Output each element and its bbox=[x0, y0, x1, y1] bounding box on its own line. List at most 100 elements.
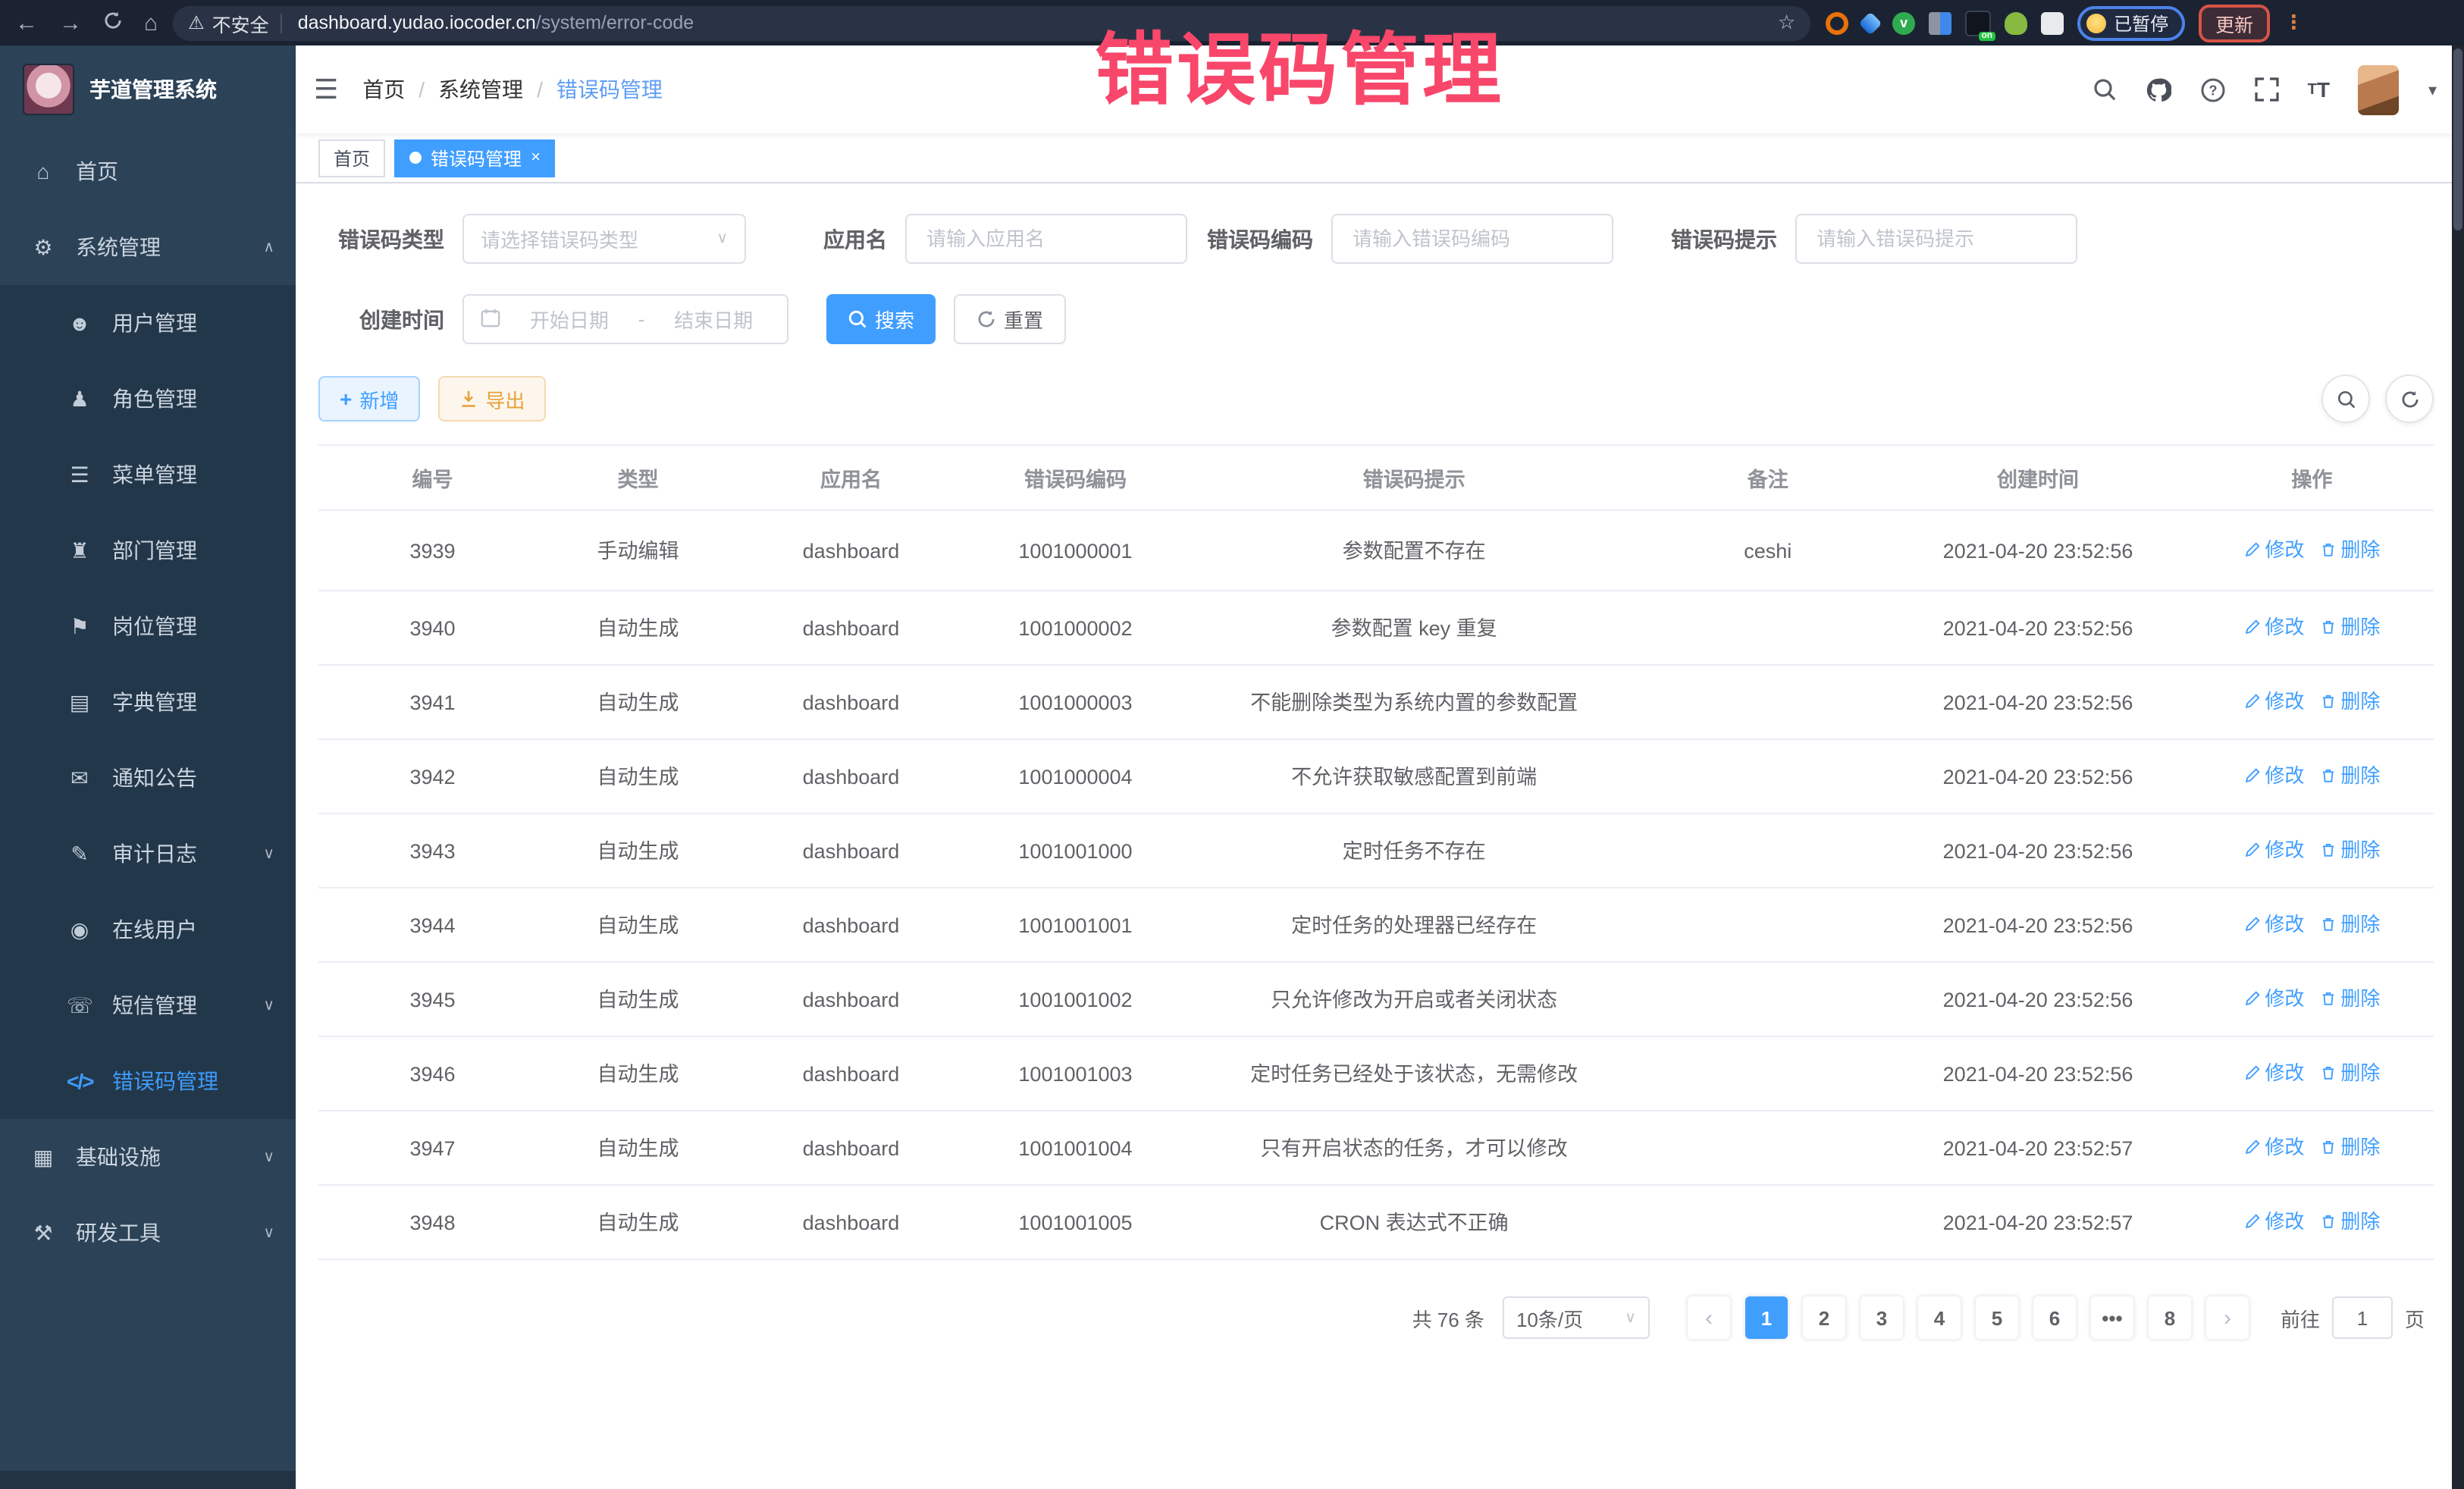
edit-link[interactable]: 修改 bbox=[2243, 537, 2304, 563]
prev-page-button[interactable]: ‹ bbox=[1688, 1296, 1730, 1339]
export-button[interactable]: 导出 bbox=[438, 376, 546, 422]
extension-icon[interactable]: v bbox=[1892, 11, 1915, 34]
delete-link[interactable]: 删除 bbox=[2319, 537, 2380, 563]
edit-link[interactable]: 修改 bbox=[2243, 837, 2304, 863]
extension-icon[interactable] bbox=[1859, 11, 1882, 34]
page-scrollbar[interactable] bbox=[2452, 45, 2464, 1489]
sidebar-item-posts[interactable]: ⚑ 岗位管理 bbox=[0, 588, 296, 664]
extension-icon[interactable] bbox=[1826, 11, 1848, 34]
hamburger-icon[interactable]: ☰ bbox=[314, 74, 338, 105]
refresh-button[interactable] bbox=[2385, 375, 2434, 423]
page-button[interactable]: 1 bbox=[1745, 1296, 1788, 1339]
error-code-input[interactable] bbox=[1331, 214, 1613, 264]
profile-paused-badge[interactable]: 已暂停 bbox=[2077, 5, 2185, 40]
next-page-button[interactable]: › bbox=[2206, 1296, 2249, 1339]
delete-link[interactable]: 删除 bbox=[2319, 837, 2380, 863]
search-button[interactable]: 搜索 bbox=[826, 294, 936, 344]
sidebar-item-dictionary[interactable]: ▤ 字典管理 bbox=[0, 664, 296, 740]
extension-icon[interactable] bbox=[1929, 11, 1951, 34]
sidebar-item-departments[interactable]: ♜ 部门管理 bbox=[0, 513, 296, 588]
page-size-select[interactable]: 10条/页 ∨ bbox=[1503, 1296, 1650, 1339]
edit-link[interactable]: 修改 bbox=[2243, 688, 2304, 714]
home-icon[interactable]: ⌂ bbox=[144, 11, 158, 34]
page-button[interactable]: 5 bbox=[1976, 1296, 2018, 1339]
breadcrumb-section[interactable]: 系统管理 bbox=[438, 74, 523, 105]
reset-button[interactable]: 重置 bbox=[954, 294, 1066, 344]
add-button[interactable]: + 新增 bbox=[318, 376, 420, 422]
sidebar-item-error-code[interactable]: </> 错误码管理 bbox=[0, 1043, 296, 1119]
sidebar-item-audit-log[interactable]: ✎ 审计日志 ∨ bbox=[0, 816, 296, 892]
user-avatar[interactable] bbox=[2359, 64, 2400, 114]
error-msg-input[interactable] bbox=[1795, 214, 2077, 264]
edit-link[interactable]: 修改 bbox=[2243, 1134, 2304, 1160]
delete-link[interactable]: 删除 bbox=[2319, 614, 2380, 640]
row-msg: 只允许修改为开启或者关闭状态 bbox=[1178, 962, 1650, 1036]
scrollbar-thumb[interactable] bbox=[2453, 49, 2462, 230]
delete-link[interactable]: 删除 bbox=[2319, 1060, 2380, 1086]
error-type-select[interactable]: 请选择错误码类型 ∨ bbox=[462, 214, 746, 264]
help-icon[interactable]: ? bbox=[2200, 77, 2226, 102]
sidebar-item-online-users[interactable]: ◉ 在线用户 bbox=[0, 892, 296, 967]
goto-page-input[interactable] bbox=[2332, 1296, 2393, 1339]
breadcrumb-home[interactable]: 首页 bbox=[362, 74, 405, 105]
sidebar-item-roles[interactable]: ♟ 角色管理 bbox=[0, 361, 296, 437]
delete-link[interactable]: 删除 bbox=[2319, 688, 2380, 714]
row-app: dashboard bbox=[729, 739, 973, 813]
edit-link[interactable]: 修改 bbox=[2243, 986, 2304, 1011]
chevron-up-icon: ∧ bbox=[263, 239, 274, 255]
tag-close-icon[interactable]: × bbox=[531, 149, 541, 167]
chevron-down-icon: ∨ bbox=[263, 997, 274, 1014]
avatar-caret-icon[interactable]: ▾ bbox=[2428, 80, 2437, 99]
app-logo-row[interactable]: 芋道管理系统 bbox=[0, 45, 296, 133]
security-label[interactable]: 不安全 bbox=[212, 8, 269, 37]
page-button[interactable]: 3 bbox=[1861, 1296, 1903, 1339]
edit-link[interactable]: 修改 bbox=[2243, 1208, 2304, 1234]
back-icon[interactable]: ← bbox=[15, 11, 38, 34]
page-button[interactable]: 6 bbox=[2033, 1296, 2076, 1339]
sidebar-item-dev-tools[interactable]: ⚒ 研发工具 ∨ bbox=[0, 1195, 296, 1271]
browser-update-button[interactable]: 更新 bbox=[2199, 4, 2270, 42]
forward-icon[interactable]: → bbox=[59, 11, 82, 34]
delete-link[interactable]: 删除 bbox=[2319, 911, 2380, 937]
tag-home[interactable]: 首页 bbox=[318, 139, 385, 177]
sidebar-item-notices[interactable]: ✉ 通知公告 bbox=[0, 740, 296, 816]
sidebar-item-menus[interactable]: ☰ 菜单管理 bbox=[0, 437, 296, 513]
edit-link[interactable]: 修改 bbox=[2243, 1060, 2304, 1086]
start-date-placeholder[interactable]: 开始日期 bbox=[513, 305, 626, 334]
edit-link[interactable]: 修改 bbox=[2243, 911, 2304, 937]
bookmark-star-icon[interactable]: ☆ bbox=[1778, 11, 1795, 35]
filter-time-label: 创建时间 bbox=[318, 304, 462, 334]
tag-error-code[interactable]: 错误码管理 × bbox=[394, 139, 556, 177]
sidebar-item-system[interactable]: ⚙ 系统管理 ∧ bbox=[0, 209, 296, 285]
row-msg: 参数配置 key 重复 bbox=[1178, 591, 1650, 665]
extension-icon[interactable] bbox=[2005, 11, 2027, 34]
page-button[interactable]: 2 bbox=[1803, 1296, 1845, 1339]
edit-link[interactable]: 修改 bbox=[2243, 763, 2304, 788]
extension-icon[interactable] bbox=[1965, 10, 1991, 36]
fullscreen-icon[interactable] bbox=[2255, 77, 2279, 102]
address-bar[interactable]: ⚠ 不安全 dashboard.yudao.iocoder.cn /system… bbox=[173, 5, 1810, 40]
edit-link[interactable]: 修改 bbox=[2243, 614, 2304, 640]
page-button[interactable]: 4 bbox=[1918, 1296, 1961, 1339]
font-size-icon[interactable]: TT bbox=[2308, 77, 2330, 102]
browser-menu-icon[interactable]: ⋮ bbox=[2284, 11, 2305, 35]
delete-link[interactable]: 删除 bbox=[2319, 1134, 2380, 1160]
page-ellipsis[interactable]: ••• bbox=[2091, 1296, 2133, 1339]
sidebar-item-sms[interactable]: ☏ 短信管理 ∨ bbox=[0, 967, 296, 1043]
search-icon[interactable] bbox=[2093, 77, 2117, 102]
github-icon[interactable] bbox=[2146, 77, 2171, 102]
sidebar-item-home[interactable]: ⌂ 首页 bbox=[0, 133, 296, 209]
page-button[interactable]: 8 bbox=[2149, 1296, 2191, 1339]
plus-icon: + bbox=[340, 387, 352, 411]
delete-link[interactable]: 删除 bbox=[2319, 1208, 2380, 1234]
app-name-input[interactable] bbox=[905, 214, 1187, 264]
delete-link[interactable]: 删除 bbox=[2319, 763, 2380, 788]
delete-link[interactable]: 删除 bbox=[2319, 986, 2380, 1011]
extensions-puzzle-icon[interactable] bbox=[2041, 11, 2064, 34]
date-range-picker[interactable]: 开始日期 - 结束日期 bbox=[462, 294, 788, 344]
end-date-placeholder[interactable]: 结束日期 bbox=[657, 305, 770, 334]
sidebar-item-users[interactable]: ☻ 用户管理 bbox=[0, 285, 296, 361]
reload-icon[interactable] bbox=[103, 11, 123, 35]
toggle-search-button[interactable] bbox=[2321, 375, 2370, 423]
sidebar-item-infrastructure[interactable]: ▦ 基础设施 ∨ bbox=[0, 1119, 296, 1195]
